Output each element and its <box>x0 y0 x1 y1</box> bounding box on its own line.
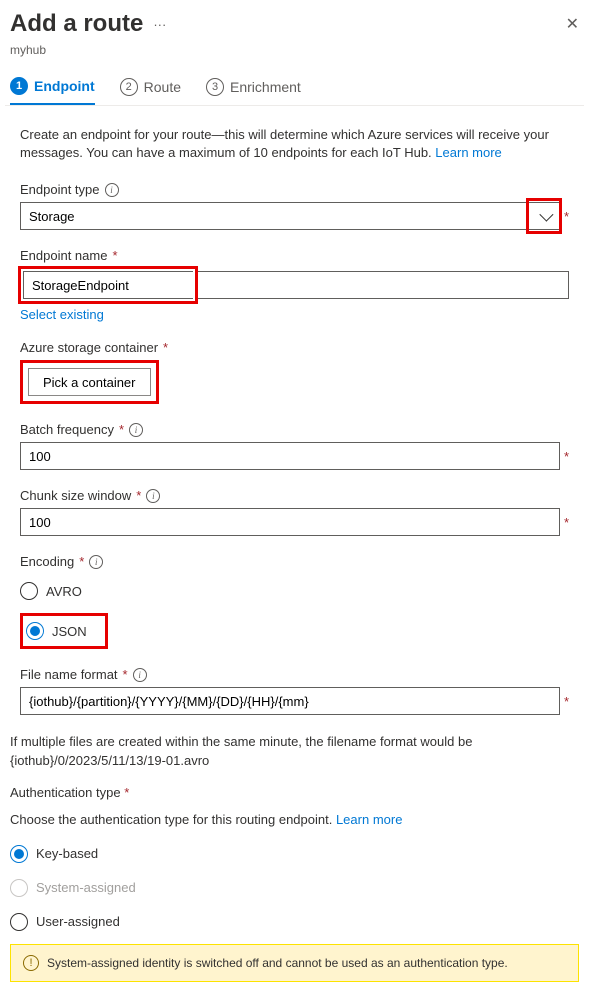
batch-frequency-input[interactable] <box>20 442 560 470</box>
storage-container-field: Azure storage container * Pick a contain… <box>20 340 569 404</box>
more-icon[interactable]: ··· <box>153 17 166 32</box>
required-star: * <box>163 340 168 355</box>
radio-button[interactable] <box>20 582 38 600</box>
auth-type-label: Authentication type <box>10 785 121 800</box>
endpoint-name-input[interactable] <box>23 271 193 299</box>
step-label: Route <box>144 79 181 95</box>
radio-button <box>10 879 28 897</box>
radio-json[interactable]: JSON <box>26 619 87 643</box>
step-badge: 1 <box>10 77 28 95</box>
info-icon[interactable]: i <box>146 489 160 503</box>
filename-note: If multiple files are created within the… <box>10 733 579 769</box>
radio-button[interactable] <box>10 913 28 931</box>
radio-label: System-assigned <box>36 880 136 895</box>
required-star: * <box>564 694 569 709</box>
close-icon[interactable]: ✕ <box>566 14 579 34</box>
required-star: * <box>112 248 117 263</box>
auth-learn-more-link[interactable]: Learn more <box>336 812 402 827</box>
radio-button[interactable] <box>26 622 44 640</box>
pick-container-button[interactable]: Pick a container <box>28 368 151 396</box>
radio-key-based[interactable]: Key-based <box>10 842 579 866</box>
info-icon[interactable]: i <box>129 423 143 437</box>
endpoint-name-label: Endpoint name <box>20 248 107 263</box>
radio-avro[interactable]: AVRO <box>20 579 569 603</box>
warning-text: System-assigned identity is switched off… <box>47 956 508 970</box>
warning-icon: ! <box>23 955 39 971</box>
filename-format-input[interactable] <box>20 687 560 715</box>
stepper: 1 Endpoint 2 Route 3 Enrichment <box>5 67 584 106</box>
storage-container-label: Azure storage container <box>20 340 158 355</box>
info-icon[interactable]: i <box>105 183 119 197</box>
endpoint-type-field: Endpoint type i * <box>20 182 569 230</box>
learn-more-link[interactable]: Learn more <box>435 145 501 160</box>
radio-system-assigned: System-assigned <box>10 876 579 900</box>
endpoint-name-input-rest[interactable] <box>198 271 569 299</box>
step-label: Endpoint <box>34 78 95 94</box>
required-star: * <box>564 515 569 530</box>
encoding-field: Encoding * i AVRO JSON <box>20 554 569 649</box>
radio-label: JSON <box>52 624 87 639</box>
filename-format-label: File name format <box>20 667 118 682</box>
batch-frequency-field: Batch frequency * i * <box>20 422 569 470</box>
hub-subtitle: myhub <box>5 43 584 67</box>
step-endpoint[interactable]: 1 Endpoint <box>10 67 95 105</box>
required-star: * <box>564 449 569 464</box>
step-route[interactable]: 2 Route <box>120 67 181 105</box>
step-badge: 3 <box>206 78 224 96</box>
encoding-label: Encoding <box>20 554 74 569</box>
step-badge: 2 <box>120 78 138 96</box>
step-enrichment[interactable]: 3 Enrichment <box>206 67 301 105</box>
radio-user-assigned[interactable]: User-assigned <box>10 910 579 934</box>
required-star: * <box>79 554 84 569</box>
required-star: * <box>136 488 141 503</box>
endpoint-type-label: Endpoint type <box>20 182 100 197</box>
info-icon[interactable]: i <box>89 555 103 569</box>
required-star: * <box>119 422 124 437</box>
chunk-size-input[interactable] <box>20 508 560 536</box>
auth-desc: Choose the authentication type for this … <box>10 812 579 827</box>
required-star: * <box>124 785 129 800</box>
chunk-size-field: Chunk size window * i * <box>20 488 569 536</box>
endpoint-name-field: Endpoint name * Select existing <box>20 248 569 322</box>
endpoint-type-select[interactable] <box>20 202 560 230</box>
required-star: * <box>564 209 569 224</box>
radio-label: Key-based <box>36 846 98 861</box>
intro-text: Create an endpoint for your route—this w… <box>20 126 569 162</box>
select-existing-link[interactable]: Select existing <box>20 307 104 322</box>
info-icon[interactable]: i <box>133 668 147 682</box>
batch-frequency-label: Batch frequency <box>20 422 114 437</box>
chunk-size-label: Chunk size window <box>20 488 131 503</box>
radio-button[interactable] <box>10 845 28 863</box>
radio-label: AVRO <box>46 584 82 599</box>
warning-banner: ! System-assigned identity is switched o… <box>10 944 579 982</box>
step-label: Enrichment <box>230 79 301 95</box>
required-star: * <box>123 667 128 682</box>
radio-label: User-assigned <box>36 914 120 929</box>
page-title: Add a route <box>10 10 143 38</box>
filename-format-field: File name format * i * <box>20 667 569 715</box>
